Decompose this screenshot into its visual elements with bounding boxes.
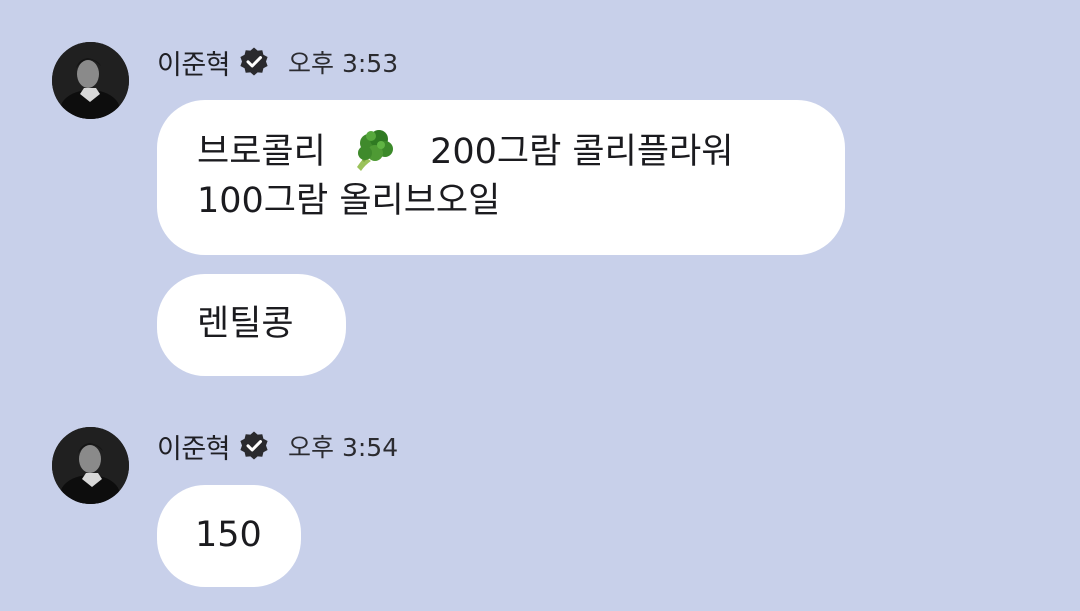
message-text: 150 [195, 515, 262, 555]
message-time: 오후 3:54 [288, 433, 399, 462]
message-text: 렌틸콩 [197, 304, 294, 344]
avatar[interactable] [52, 427, 129, 504]
sender-name[interactable]: 이준혁 [157, 43, 231, 82]
message-text: 브로콜리 [197, 132, 326, 172]
verified-badge-icon [238, 46, 270, 78]
message-text: 200그람 콜리플라워 [430, 132, 734, 172]
avatar[interactable] [52, 42, 129, 119]
profile-photo [52, 427, 129, 504]
message-header: 이준혁 오후 3:53 [157, 42, 398, 82]
broccoli-emoji-icon [341, 127, 397, 171]
sender-name[interactable]: 이준혁 [157, 427, 231, 466]
message-line: 100그람 올리브오일 [197, 181, 501, 221]
profile-photo [52, 42, 129, 119]
message-bubble[interactable]: 렌틸콩 [157, 274, 346, 376]
message-header: 이준혁 오후 3:54 [157, 426, 398, 466]
message-bubble[interactable]: 브로콜리 200그람 콜리플라워 100그람 올리브오일 [157, 100, 845, 255]
message-line: 브로콜리 200그람 콜리플라워 [197, 127, 805, 177]
message-bubble[interactable]: 150 [157, 485, 301, 587]
message-time: 오후 3:53 [288, 49, 399, 78]
verified-badge-icon [238, 430, 270, 462]
